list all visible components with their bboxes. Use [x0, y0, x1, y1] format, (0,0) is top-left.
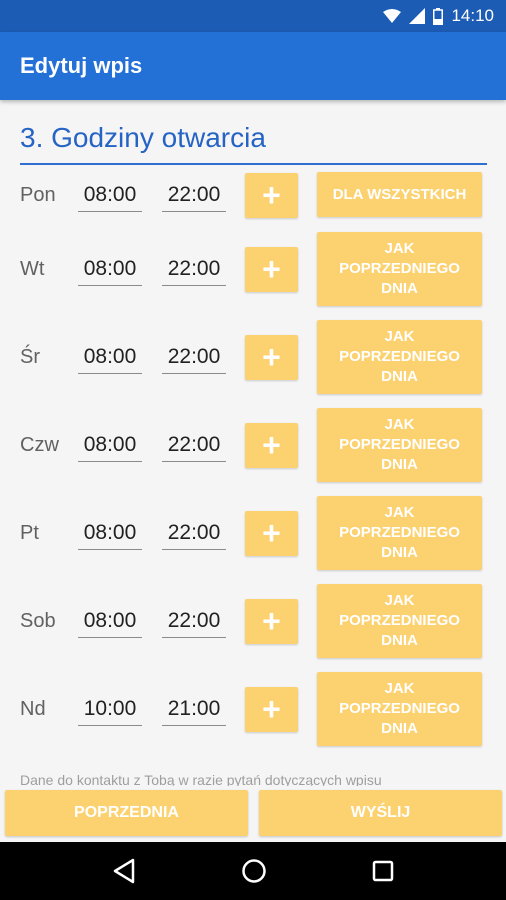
home-icon[interactable]	[241, 858, 267, 884]
app-bar: Edytuj wpis	[0, 32, 506, 100]
close-time-field[interactable]: 22:00	[162, 345, 226, 374]
day-label: Pt	[20, 522, 39, 544]
apply-to-all-button[interactable]: DLA WSZYSTKICH	[317, 172, 482, 217]
close-time-field[interactable]: 22:00	[162, 521, 226, 550]
add-hours-button[interactable]: +	[245, 173, 298, 218]
close-time-field[interactable]: 22:00	[162, 183, 226, 212]
navigation-bar	[0, 842, 506, 900]
copy-previous-day-button[interactable]: JAK POPRZEDNIEGO DNIA	[317, 584, 482, 658]
app-bar-title: Edytuj wpis	[20, 53, 143, 78]
day-row: Nd 10:00 21:00 + JAK POPRZEDNIEGO DNIA	[0, 672, 506, 746]
open-time-field[interactable]: 08:00	[78, 257, 142, 286]
open-time-field[interactable]: 08:00	[78, 521, 142, 550]
day-label: Sob	[20, 610, 56, 632]
open-time-field[interactable]: 08:00	[78, 345, 142, 374]
add-hours-button[interactable]: +	[245, 599, 298, 644]
copy-previous-day-button[interactable]: JAK POPRZEDNIEGO DNIA	[317, 672, 482, 746]
day-row: Czw 08:00 22:00 + JAK POPRZEDNIEGO DNIA	[0, 408, 506, 482]
day-row: Sob 08:00 22:00 + JAK POPRZEDNIEGO DNIA	[0, 584, 506, 658]
close-time-field[interactable]: 22:00	[162, 257, 226, 286]
copy-previous-day-button[interactable]: JAK POPRZEDNIEGO DNIA	[317, 408, 482, 482]
signal-icon	[409, 8, 426, 24]
add-hours-button[interactable]: +	[245, 511, 298, 556]
day-label: Czw	[20, 434, 59, 456]
day-row: Śr 08:00 22:00 + JAK POPRZEDNIEGO DNIA	[0, 320, 506, 394]
day-label: Śr	[20, 346, 40, 368]
wifi-icon	[383, 9, 402, 23]
previous-button[interactable]: POPRZEDNIA	[5, 790, 248, 836]
send-button[interactable]: WYŚLIJ	[259, 790, 502, 836]
close-time-field[interactable]: 21:00	[162, 697, 226, 726]
day-row: Wt 08:00 22:00 + JAK POPRZEDNIEGO DNIA	[0, 232, 506, 306]
close-time-field[interactable]: 22:00	[162, 609, 226, 638]
copy-previous-day-button[interactable]: JAK POPRZEDNIEGO DNIA	[317, 232, 482, 306]
open-time-field[interactable]: 08:00	[78, 183, 142, 212]
form-content: 3. Godziny otwarcia Pon 08:00 22:00 + DLA WS…	[0, 100, 506, 790]
add-hours-button[interactable]: +	[245, 687, 298, 732]
battery-icon	[433, 7, 444, 25]
section-title: 3. Godziny otwarcia	[20, 122, 266, 153]
status-bar: 14:10	[0, 0, 506, 32]
add-hours-button[interactable]: +	[245, 247, 298, 292]
bottom-button-bar: POPRZEDNIA WYŚLIJ	[0, 786, 506, 842]
day-row: Pt 08:00 22:00 + JAK POPRZEDNIEGO DNIA	[0, 496, 506, 570]
day-label: Nd	[20, 698, 46, 720]
status-time: 14:10	[451, 6, 494, 25]
copy-previous-day-button[interactable]: JAK POPRZEDNIEGO DNIA	[317, 320, 482, 394]
section-divider	[20, 163, 487, 165]
open-time-field[interactable]: 08:00	[78, 609, 142, 638]
recents-icon[interactable]	[372, 860, 394, 882]
open-time-field[interactable]: 10:00	[78, 697, 142, 726]
add-hours-button[interactable]: +	[245, 335, 298, 380]
day-label: Pon	[20, 184, 56, 206]
open-time-field[interactable]: 08:00	[78, 433, 142, 462]
day-label: Wt	[20, 258, 45, 280]
add-hours-button[interactable]: +	[245, 423, 298, 468]
copy-previous-day-button[interactable]: JAK POPRZEDNIEGO DNIA	[317, 496, 482, 570]
close-time-field[interactable]: 22:00	[162, 433, 226, 462]
back-icon[interactable]	[112, 858, 136, 884]
